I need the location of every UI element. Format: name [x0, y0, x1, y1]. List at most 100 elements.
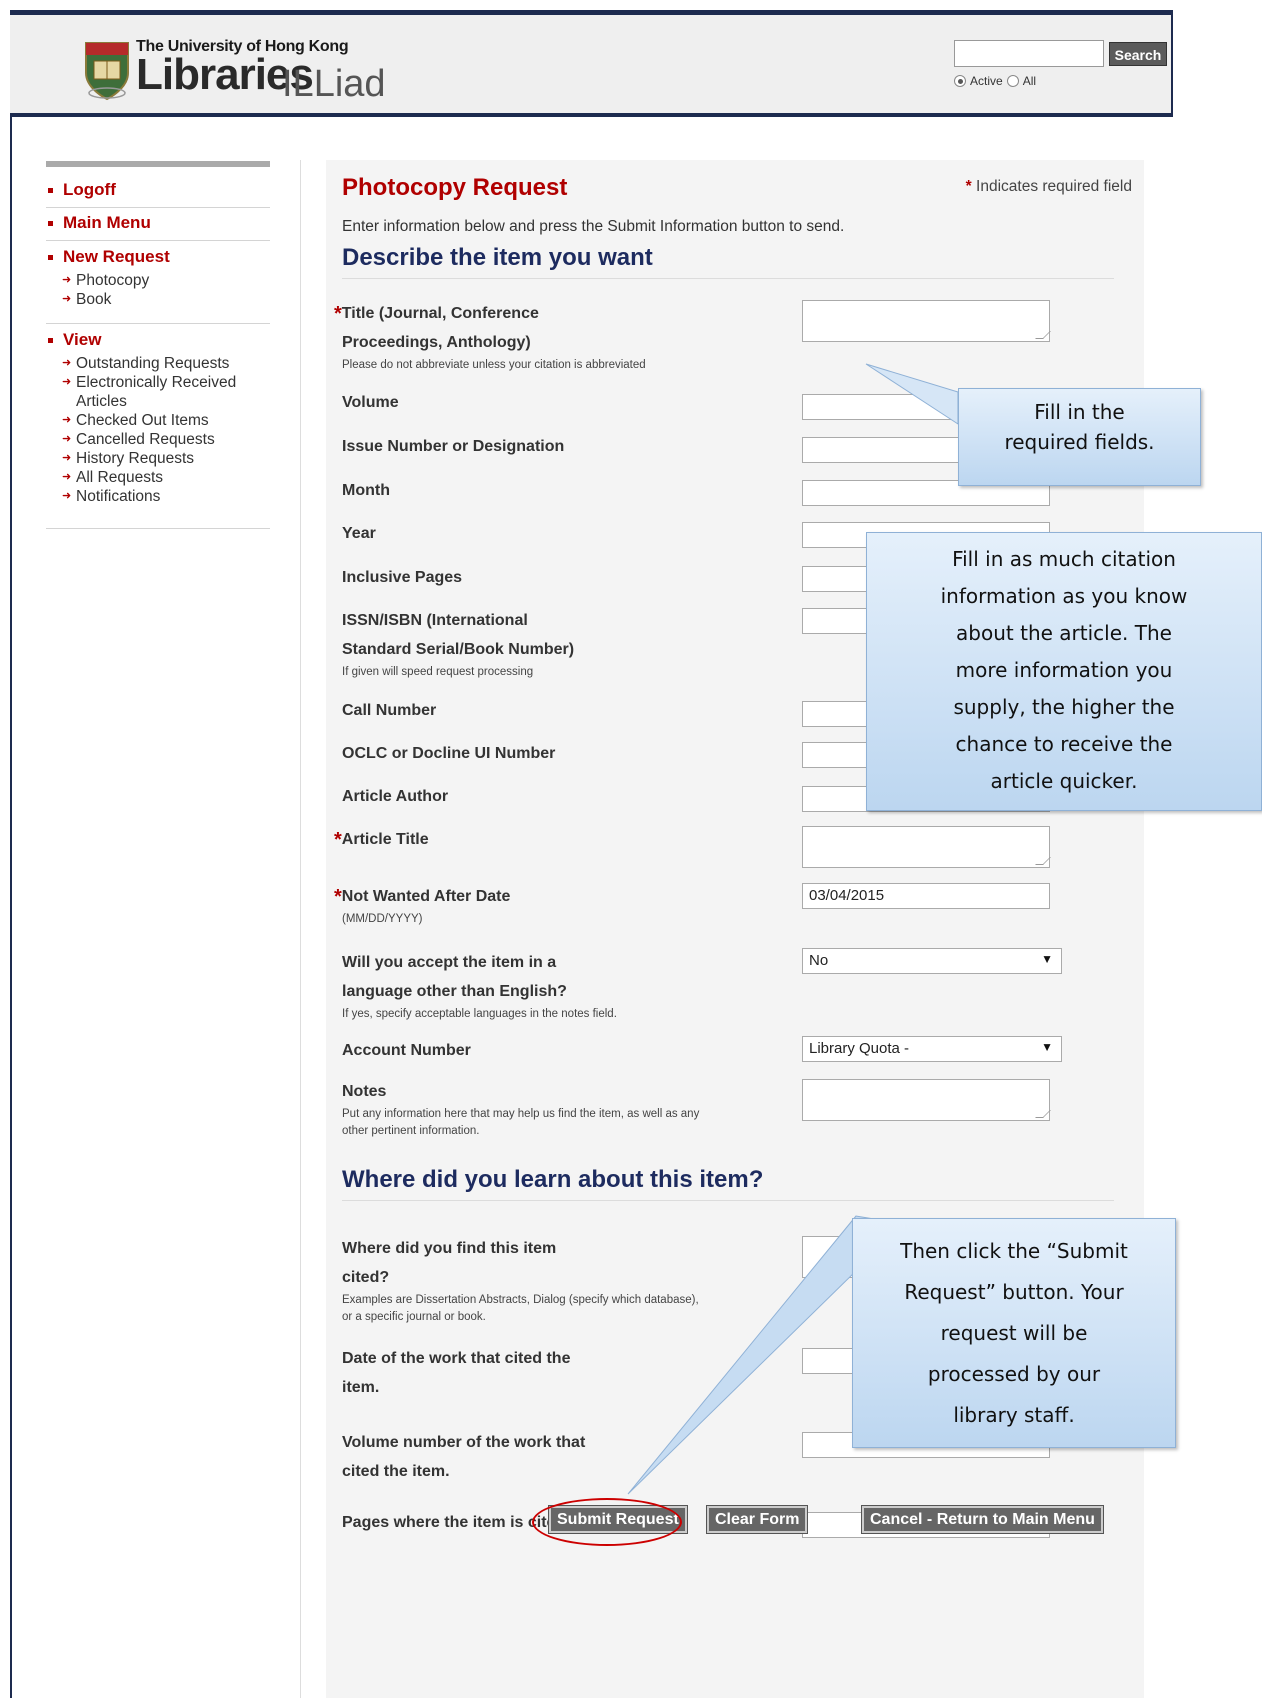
- sidebar-link-book[interactable]: ➜ Book: [46, 290, 270, 309]
- field-label: ISSN/ISBN (International Standard Serial/…: [342, 606, 782, 664]
- field-label: *Not Wanted After Date: [334, 881, 782, 911]
- sidebar-link-label: History Requests: [76, 450, 195, 467]
- required-note-text: Indicates required field: [976, 178, 1132, 195]
- sidebar-group-new-request: New Request ➜ Photocopy ➜ Book: [46, 241, 270, 324]
- hint-line: or a specific journal or book.: [342, 1311, 486, 1323]
- hint-line: Put any information here that may help u…: [342, 1108, 700, 1120]
- required-star: *: [334, 886, 342, 908]
- field-hint: Put any information here that may help u…: [342, 1106, 782, 1140]
- hku-crest-icon: [85, 42, 129, 101]
- select-value: Library Quota -: [809, 1040, 910, 1057]
- field-title: *Title (Journal, Conference Proceedings, …: [334, 298, 1142, 374]
- language-select[interactable]: No ▼: [802, 948, 1062, 974]
- section-heading-describe: Describe the item you want: [342, 244, 1114, 279]
- site-header: The University of Hong Kong Libraries IL…: [10, 10, 1173, 117]
- resize-handle-icon[interactable]: [1035, 331, 1051, 339]
- search-input[interactable]: [954, 40, 1104, 67]
- field-account: Account Number Library Quota - ▼: [342, 1036, 1142, 1065]
- radio-all[interactable]: [1006, 75, 1019, 87]
- sidebar-item-main-menu[interactable]: Main Menu: [46, 208, 270, 241]
- callout-required-fields: Fill in the required fields.: [958, 388, 1201, 486]
- app-name: ILLiad: [282, 63, 386, 105]
- sidebar-link-label: Cancelled Requests: [76, 431, 215, 448]
- field-hint: (MM/DD/YYYY): [342, 913, 423, 925]
- sidebar-divider: [300, 160, 301, 1698]
- hint-line: Examples are Dissertation Abstracts, Dia…: [342, 1294, 699, 1306]
- field-hint: If yes, specify acceptable languages in …: [342, 1008, 617, 1020]
- required-star: *: [334, 303, 342, 325]
- sidebar-nav: Logoff Main Menu New Request ➜ Photocopy …: [46, 161, 270, 529]
- arrow-icon: ➜: [62, 274, 72, 286]
- sidebar-link-label: Electronically Received: [76, 374, 237, 391]
- sidebar-link-notifications[interactable]: ➜ Notifications: [46, 487, 270, 506]
- label-line: Volume number of the work that: [342, 1434, 586, 1451]
- callout-line: required fields.: [1004, 430, 1155, 454]
- field-label: Account Number: [342, 1042, 471, 1059]
- field-label: Month: [342, 482, 390, 499]
- resize-handle-icon[interactable]: [1035, 1110, 1051, 1118]
- sidebar-link-photocopy[interactable]: ➜ Photocopy: [46, 271, 270, 290]
- title-textarea[interactable]: [802, 300, 1051, 342]
- cancel-return-button[interactable]: Cancel - Return to Main Menu: [861, 1505, 1104, 1534]
- field-label: Volume number of the work that cited the …: [342, 1428, 782, 1486]
- sidebar-link-all[interactable]: ➜ All Requests: [46, 468, 270, 487]
- arrow-icon: ➜: [62, 452, 72, 464]
- callout-line: Fill in as much citation: [952, 547, 1176, 571]
- callout-line: information as you know: [940, 584, 1188, 608]
- account-select[interactable]: Library Quota - ▼: [802, 1036, 1062, 1062]
- callout-line: library staff.: [953, 1403, 1075, 1427]
- bullet-icon: [48, 337, 53, 343]
- resize-handle-icon[interactable]: [1035, 857, 1051, 865]
- label-line: Proceedings, Anthology): [342, 334, 531, 351]
- arrow-icon: ➜: [62, 414, 72, 426]
- field-label: Will you accept the item in a language ot…: [342, 948, 782, 1006]
- label-line: cited?: [342, 1269, 390, 1286]
- dropdown-caret-icon: ▼: [1041, 952, 1053, 966]
- field-label: *Title (Journal, Conference Proceedings, …: [334, 298, 782, 357]
- callout-line: about the article. The: [956, 621, 1172, 645]
- field-label: Issue Number or Designation: [342, 438, 565, 455]
- label-line: Article Title: [341, 831, 429, 848]
- radio-active[interactable]: [954, 75, 966, 87]
- bullet-icon: [48, 220, 53, 226]
- label-line: Standard Serial/Book Number): [342, 641, 575, 658]
- intro-text: Enter information below and press the Su…: [342, 218, 845, 235]
- sidebar-item-new-request[interactable]: New Request: [46, 247, 270, 267]
- sidebar-item-label: New Request: [63, 247, 170, 266]
- required-star: *: [965, 178, 972, 195]
- field-hint: Please do not abbreviate unless your cit…: [342, 359, 646, 371]
- sidebar-link-label: Outstanding Requests: [76, 355, 230, 372]
- sidebar-link-label: All Requests: [76, 469, 164, 486]
- clear-form-button[interactable]: Clear Form: [705, 1505, 809, 1534]
- field-label: Call Number: [342, 702, 437, 719]
- field-label: Where did you find this item cited?: [342, 1234, 782, 1292]
- notes-textarea[interactable]: [802, 1079, 1051, 1121]
- label-line: Where did you find this item: [342, 1240, 557, 1257]
- arrow-icon: ➜: [62, 376, 72, 388]
- sidebar-item-logoff[interactable]: Logoff: [46, 175, 270, 208]
- sidebar-link-electronic[interactable]: ➜ Electronically Received: [46, 373, 270, 392]
- article-title-textarea[interactable]: [802, 826, 1051, 868]
- sidebar-group-view: View ➜ Outstanding Requests ➜ Electronical…: [46, 324, 270, 529]
- sidebar-item-view[interactable]: View: [46, 330, 270, 350]
- sidebar-link-history[interactable]: ➜ History Requests: [46, 449, 270, 468]
- field-label: *Article Title: [334, 824, 782, 854]
- sidebar-link-cancelled[interactable]: ➜ Cancelled Requests: [46, 430, 270, 449]
- callout-line: request will be: [940, 1321, 1088, 1345]
- label-line: language other than English?: [342, 983, 567, 1000]
- arrow-icon: ➜: [62, 357, 72, 369]
- field-not-wanted-after: *Not Wanted After Date (MM/DD/YYYY) 03/0…: [334, 881, 1142, 928]
- sidebar-link-articles[interactable]: Articles: [46, 392, 270, 411]
- sidebar-link-outstanding[interactable]: ➜ Outstanding Requests: [46, 354, 270, 373]
- callout-submit: Then click the “Submit Request” button. …: [852, 1218, 1176, 1448]
- section-heading-where: Where did you learn about this item?: [342, 1166, 1114, 1201]
- sidebar-link-checked-out[interactable]: ➜ Checked Out Items: [46, 411, 270, 430]
- search-button[interactable]: Search: [1109, 42, 1167, 66]
- label-line: cited the item.: [342, 1463, 450, 1480]
- arrow-icon: ➜: [62, 433, 72, 445]
- not-wanted-date-input[interactable]: 03/04/2015: [802, 883, 1050, 909]
- field-language: Will you accept the item in a language ot…: [342, 948, 1142, 1023]
- sidebar-item-label: Logoff: [63, 180, 116, 199]
- bullet-icon: [48, 254, 53, 260]
- sidebar-item-label: Main Menu: [63, 213, 151, 232]
